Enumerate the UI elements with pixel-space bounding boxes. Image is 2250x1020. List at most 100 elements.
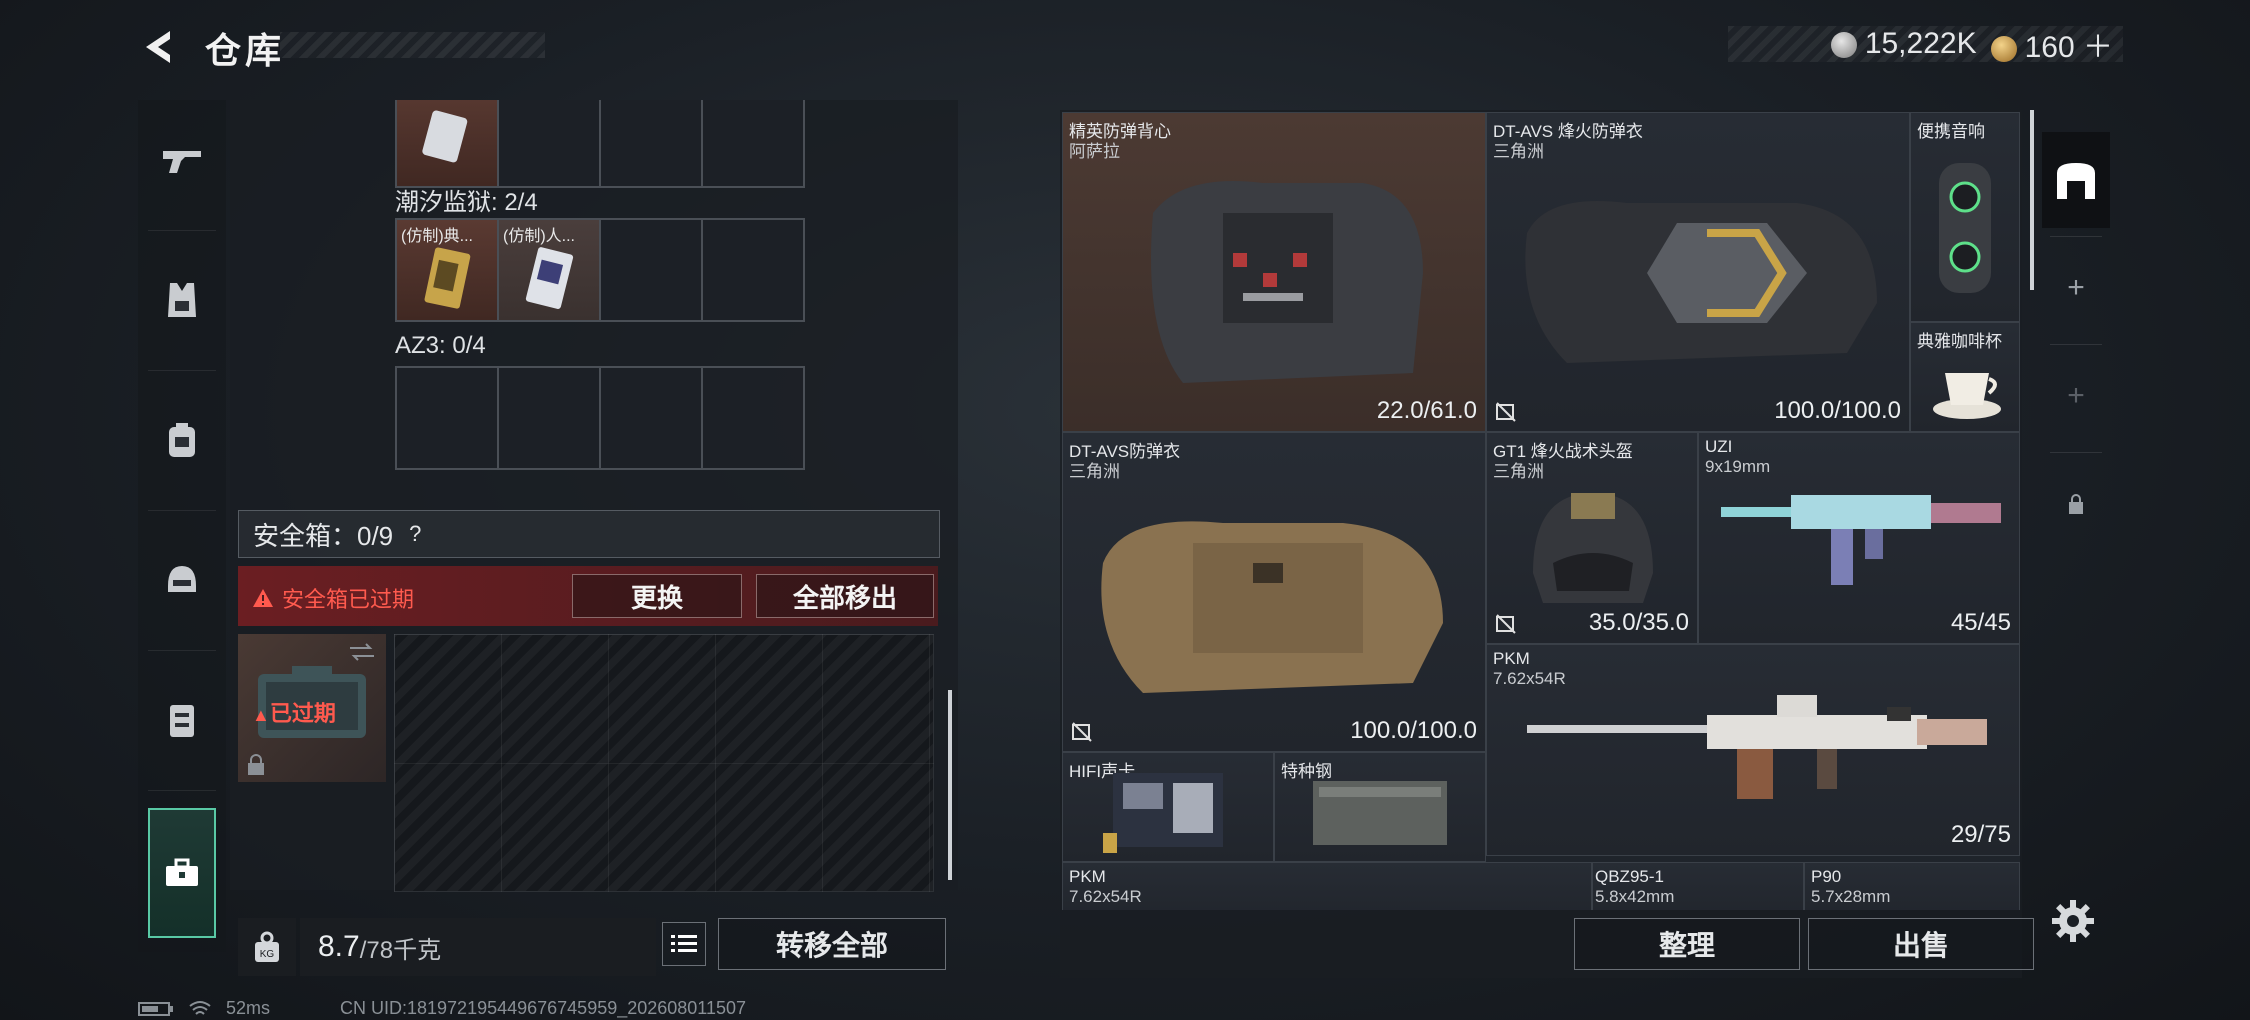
battery-icon — [138, 1001, 173, 1016]
nav-item-armor[interactable] — [138, 240, 226, 360]
weight-lock: KG — [238, 918, 296, 976]
case-expired-text: 已过期 — [269, 701, 336, 726]
grid-cell[interactable] — [599, 100, 703, 188]
safe-box-capacity: 安全箱：0/9 — [253, 520, 394, 551]
grid-cell[interactable] — [701, 218, 805, 322]
grid-cell[interactable] — [701, 100, 805, 188]
silver-keycard-icon — [525, 247, 574, 309]
lock-icon — [248, 754, 264, 775]
nav-divider — [148, 790, 216, 791]
no-insure-icon — [1496, 402, 1516, 422]
grid-cell[interactable]: (仿制)人... — [497, 218, 601, 322]
gold-amount: 160 — [2024, 31, 2075, 64]
sort-button[interactable]: 整理 — [1574, 918, 1800, 970]
currency-bar: 15,222K 160 ＋ — [1728, 26, 2123, 64]
inventory-item[interactable]: 典雅咖啡杯 — [1910, 322, 2020, 432]
machine-gun-icon — [1527, 695, 1987, 799]
tan-armor-icon — [1101, 521, 1443, 693]
inventory-item[interactable]: P90 5.7x28mm — [1804, 862, 2020, 910]
item-durability: 45/45 — [1950, 609, 2011, 636]
inventory-item[interactable]: PKM 7.62x54R — [1062, 862, 1592, 910]
inventory-item[interactable]: PKM 7.62x54R 29/75 — [1486, 644, 2020, 856]
storage-tabs: + + — [2042, 132, 2110, 552]
inventory-item[interactable]: DT-AVS防弹衣 三角洲 100.0/100.0 — [1062, 432, 1486, 752]
settings-gear-icon[interactable] — [2050, 898, 2096, 944]
item-name: P90 — [1811, 867, 1842, 886]
grid-cell[interactable]: (仿制)典... — [395, 218, 499, 322]
tab-add-1[interactable]: + — [2042, 240, 2110, 336]
add-gold-icon[interactable]: ＋ — [2083, 31, 2113, 64]
transfer-all-button[interactable]: 转移全部 — [718, 918, 946, 970]
inventory-item[interactable]: DT-AVS 烽火防弹衣 三角洲 100.0/100.0 — [1486, 112, 1910, 432]
title-stripe — [280, 32, 545, 58]
item-name: 典雅咖啡杯 — [1917, 332, 2002, 351]
item-label: (仿制)典... — [401, 228, 473, 245]
item-name: PKM — [1493, 649, 1530, 668]
no-insure-icon — [1496, 614, 1516, 634]
nav-divider — [148, 230, 216, 231]
help-icon[interactable]: ? — [409, 521, 421, 547]
steel-ingot-icon — [1313, 781, 1447, 845]
item-durability: 100.0/100.0 — [1350, 717, 1477, 744]
nav-divider — [148, 650, 216, 651]
sell-button[interactable]: 出售 — [1808, 918, 2034, 970]
inventory-item[interactable]: QBZ95-1 5.8x42mm — [1592, 862, 1804, 910]
chest-rig-icon — [170, 705, 194, 737]
inventory-item[interactable]: UZI 9x19mm 45/45 — [1698, 432, 2020, 644]
backpack-icon — [169, 423, 195, 457]
item-name: QBZ95-1 — [1595, 867, 1664, 886]
grid-cell[interactable] — [599, 366, 703, 470]
tab-warehouse[interactable] — [2042, 132, 2110, 228]
move-all-out-button[interactable]: 全部移出 — [756, 574, 934, 618]
gold-balance[interactable]: 160 ＋ — [1990, 22, 2113, 66]
safe-box-header: 安全箱：0/9 ? — [238, 510, 940, 558]
inventory-item[interactable]: 特种钢 — [1274, 752, 1486, 862]
category-nav — [138, 100, 226, 952]
left-scrollbar[interactable] — [948, 690, 952, 880]
inventory-item[interactable]: 精英防弹背心 阿萨拉 22.0/61.0 — [1062, 112, 1486, 432]
grid-cell[interactable] — [497, 366, 601, 470]
item-name: PKM — [1069, 867, 1106, 886]
nav-item-weapons[interactable] — [138, 100, 226, 220]
warning-icon — [253, 589, 273, 607]
replace-button[interactable]: 更换 — [572, 574, 742, 618]
no-insure-icon — [1072, 722, 1092, 742]
swap-icon[interactable] — [348, 642, 376, 662]
inventory-item[interactable]: HIFI声卡 — [1062, 752, 1274, 862]
nav-item-rig[interactable] — [138, 660, 226, 780]
inventory-scrollbar[interactable] — [2030, 110, 2034, 290]
armor-vest-icon — [1525, 201, 1877, 363]
back-button[interactable] — [135, 22, 185, 72]
grid-cell[interactable] — [395, 366, 499, 470]
keycard-grid-az3 — [395, 366, 805, 470]
coffee-cup-icon — [1933, 373, 2001, 419]
list-view-button[interactable] — [662, 922, 706, 966]
expired-warning: 安全箱已过期 — [252, 582, 414, 614]
wifi-icon — [189, 1000, 211, 1015]
grid-cell[interactable] — [395, 100, 499, 188]
keycard-item-icon — [422, 110, 468, 163]
pocket-grid-top — [395, 100, 805, 188]
silver-balance: 15,222K — [1830, 27, 1977, 61]
weight-indicator: 8.7/78千克 — [300, 918, 656, 976]
case-expired-label: ▲已过期 — [252, 696, 336, 728]
grid-cell[interactable] — [701, 366, 805, 470]
nav-divider — [148, 370, 216, 371]
helmet-icon — [168, 566, 196, 592]
nav-item-backpack[interactable] — [138, 380, 226, 500]
keycard-grid-tidal-prison: (仿制)典... (仿制)人... — [395, 218, 805, 322]
sound-card-icon — [1103, 773, 1223, 853]
back-arrow-icon — [146, 31, 170, 63]
inventory-item[interactable]: GT1 烽火战术头盔 三角洲 35.0/35.0 — [1486, 432, 1698, 644]
briefcase-icon — [166, 858, 198, 886]
ping-value: 52ms — [226, 998, 271, 1018]
nav-item-helmet[interactable] — [138, 520, 226, 640]
tab-locked[interactable] — [2042, 456, 2110, 552]
grid-cell[interactable] — [599, 218, 703, 322]
nav-item-safe-box[interactable] — [148, 808, 216, 938]
item-origin: 7.62x54R — [1069, 887, 1142, 906]
warning-icon: ▲ — [252, 705, 270, 725]
tab-add-2[interactable]: + — [2042, 348, 2110, 444]
inventory-item[interactable]: 便携音响 — [1910, 112, 2020, 322]
grid-cell[interactable] — [497, 100, 601, 188]
